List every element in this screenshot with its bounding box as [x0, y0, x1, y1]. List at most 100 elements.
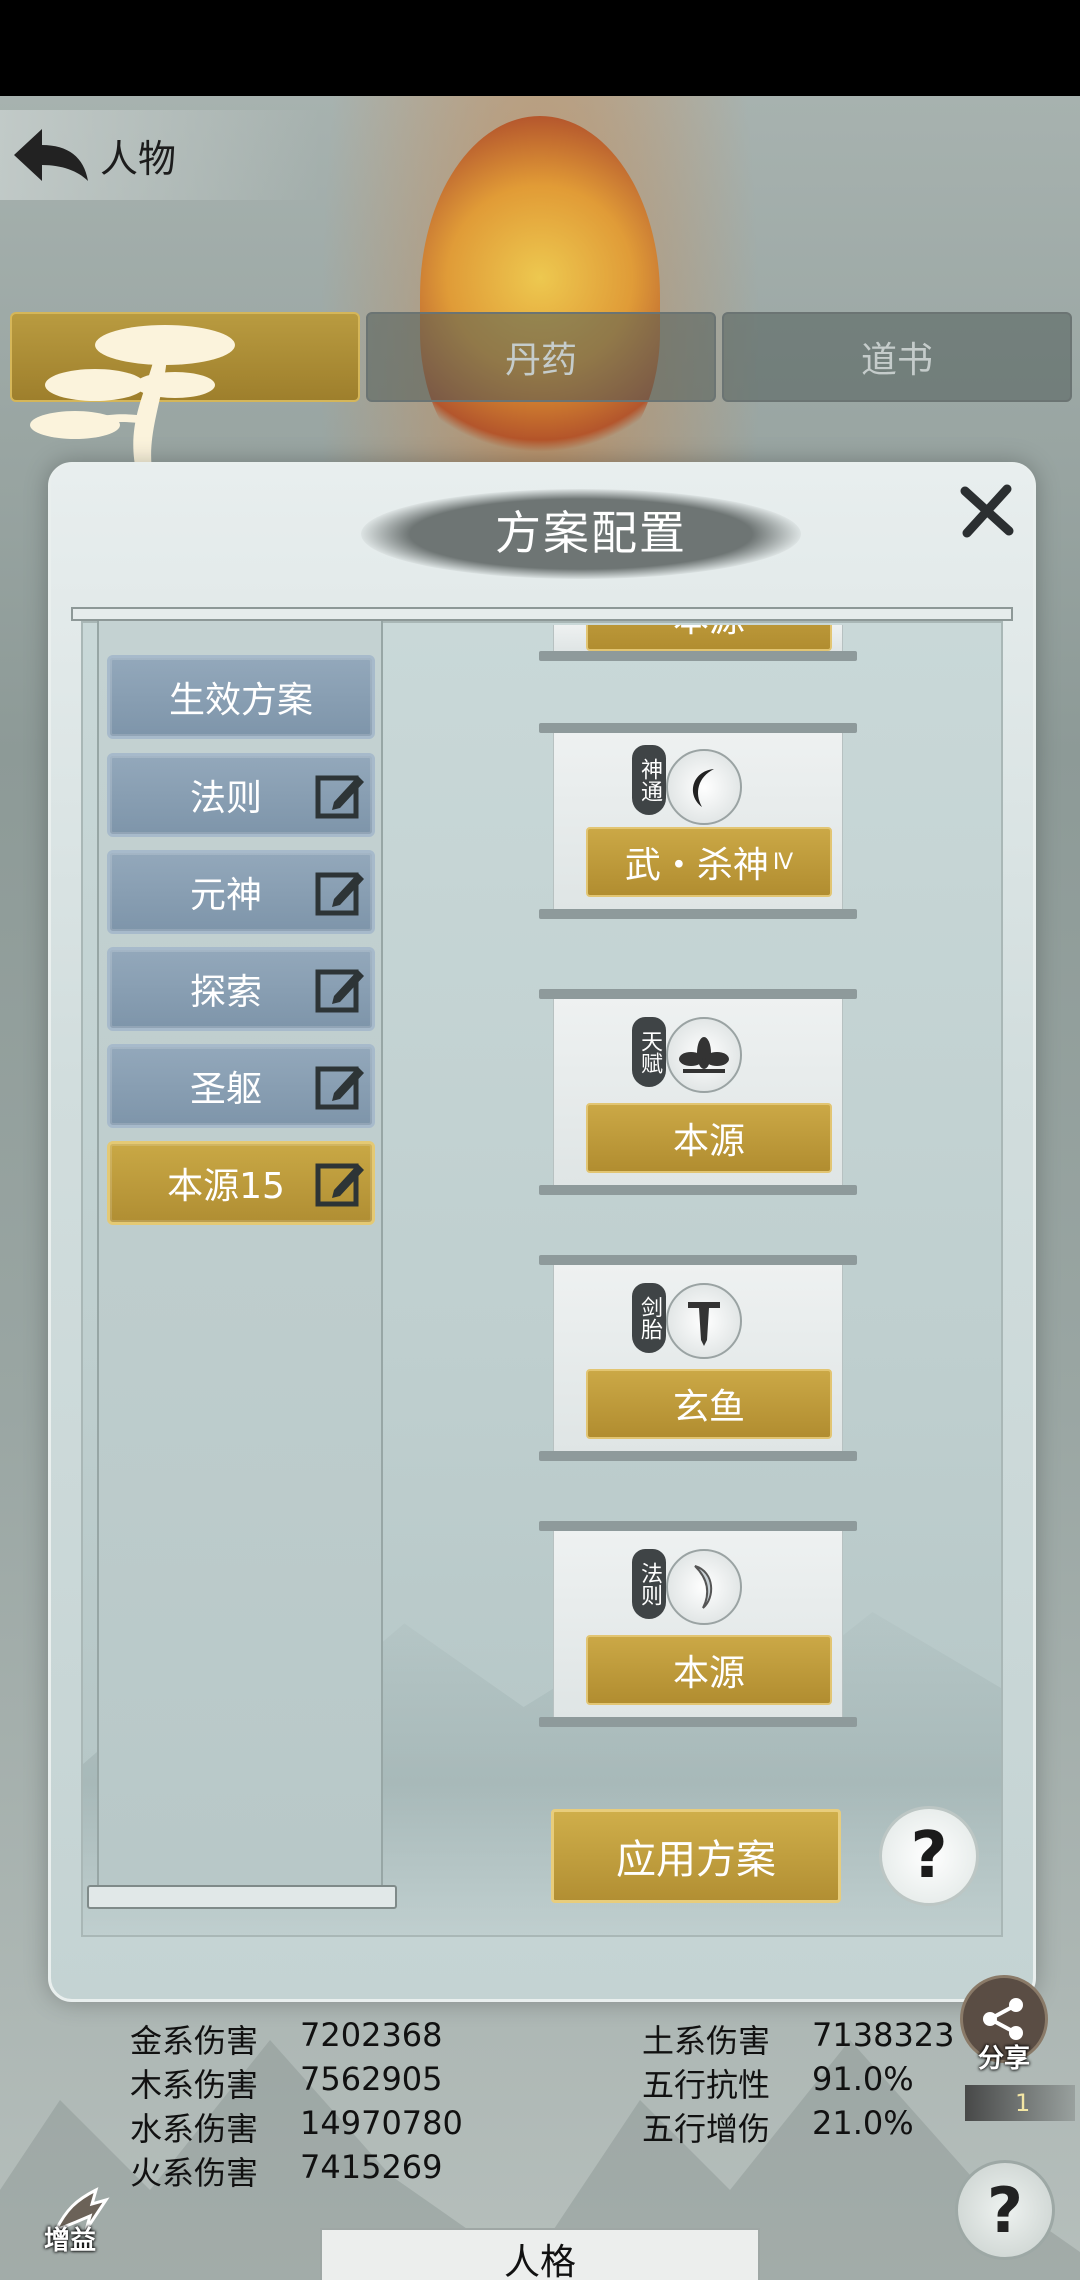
stat-label: 火系伤害 [130, 2154, 259, 2192]
stat-row: 水系伤害 14970780 [130, 2104, 463, 2150]
card-rod-bottom [539, 651, 857, 661]
sword-icon [666, 1283, 742, 1359]
stat-label: 土系伤害 [642, 2022, 771, 2060]
lotus-icon [666, 1017, 742, 1093]
modal-title: 方案配置 [495, 506, 687, 560]
stat-value: 21.0% [812, 2104, 914, 2142]
plan-item-label: 生效方案 [168, 680, 313, 721]
stat-label: 木系伤害 [130, 2066, 259, 2104]
card-slot-rank: Ⅳ [772, 849, 794, 875]
plan-item-law[interactable]: 法则 [107, 753, 375, 837]
share-label: 分享 [977, 2044, 1030, 2074]
card-slot-label: 本源 [672, 1653, 745, 1694]
card-body: 本源 [553, 625, 843, 651]
apply-plan-label: 应用方案 [616, 1837, 776, 1883]
card-tag: 法则 [632, 1549, 666, 1619]
crescent-icon [666, 749, 742, 825]
card-body: 神通 武・杀神 Ⅳ [553, 733, 843, 909]
plan-card: 法则 本源 [539, 1521, 857, 1727]
card-tag: 天赋 [632, 1017, 666, 1087]
tab-label: 丹药 [504, 340, 577, 381]
stat-label: 五行抗性 [642, 2066, 771, 2104]
fish-icon [666, 1549, 742, 1625]
card-rod-top [539, 1521, 857, 1531]
edit-icon[interactable] [314, 770, 366, 822]
card-tag: 剑胎 [632, 1283, 666, 1353]
card-slot-button[interactable]: 武・杀神 Ⅳ [586, 827, 832, 897]
plan-item-active-plan[interactable]: 生效方案 [107, 655, 375, 739]
tab-label: 道书 [860, 340, 933, 381]
stat-value: 7202368 [300, 2016, 443, 2054]
card-rod-bottom [539, 1185, 857, 1195]
card-tag: 神通 [632, 745, 666, 815]
tab-elixir[interactable]: 丹药 [366, 312, 716, 402]
card-body: 天赋 本源 [553, 999, 843, 1185]
stat-value: 7415269 [300, 2148, 443, 2186]
help-button[interactable]: ? [879, 1806, 979, 1906]
list-rod-bottom [87, 1885, 397, 1909]
edit-icon[interactable] [314, 1158, 366, 1210]
card-rod-top [539, 723, 857, 733]
card-rod-top [539, 1255, 857, 1265]
card-rod-bottom [539, 1717, 857, 1727]
card-rod-bottom [539, 909, 857, 919]
stat-label: 五行增伤 [642, 2110, 771, 2148]
counter-value: 1 [1015, 2089, 1031, 2117]
card-slot-label: 本源 [672, 1121, 745, 1162]
scroll-rod-top [71, 607, 1013, 621]
card-slot-button[interactable]: 本源 [586, 1103, 832, 1173]
stat-row: 五行增伤 21.0% [642, 2104, 914, 2150]
tab-daoshu[interactable]: 道书 [722, 312, 1072, 402]
plan-config-modal: 方案配置 生效方案 法则 元神 探索 圣躯 本源15 神通 武・杀神 Ⅳ 天赋 … [48, 462, 1036, 2002]
stat-value: 91.0% [812, 2060, 914, 2098]
character-figure [420, 116, 660, 476]
bonsai-tree-icon [30, 325, 235, 475]
stat-row: 金系伤害 7202368 [130, 2016, 443, 2062]
stat-row: 木系伤害 7562905 [130, 2060, 443, 2106]
bottom-help-button[interactable]: ? [955, 2160, 1055, 2260]
card-slot-label: 武・杀神 [624, 845, 769, 886]
stat-label: 水系伤害 [130, 2110, 259, 2148]
boost-label: 增益 [44, 2226, 97, 2256]
tab-persona[interactable]: 人格 [320, 2228, 760, 2280]
stat-label: 金系伤害 [130, 2022, 259, 2060]
edit-icon[interactable] [314, 867, 366, 919]
plan-item-origin-15[interactable]: 本源15 [107, 1141, 375, 1225]
page-title: 人物 [100, 136, 177, 181]
card-slot-label: 玄鱼 [672, 1387, 745, 1428]
edit-icon[interactable] [314, 1061, 366, 1113]
status-bar [0, 0, 1080, 96]
card-body: 剑胎 玄鱼 [553, 1265, 843, 1451]
plan-card: 神通 武・杀神 Ⅳ [539, 723, 857, 923]
stat-value: 7138323 [812, 2016, 955, 2054]
close-icon [960, 484, 1014, 538]
apply-plan-button[interactable]: 应用方案 [551, 1809, 841, 1903]
back-arrow-icon [14, 129, 88, 181]
card-slot-button[interactable]: 玄鱼 [586, 1369, 832, 1439]
card-slot-label: 本源 [673, 625, 745, 642]
plan-card: 本源 [539, 625, 857, 665]
plan-card: 天赋 本源 [539, 989, 857, 1195]
stat-row: 五行抗性 91.0% [642, 2060, 914, 2106]
card-rod-bottom [539, 1451, 857, 1461]
tab-label: 人格 [503, 2242, 576, 2280]
card-slot-button[interactable]: 本源 [586, 1635, 832, 1705]
card-body: 法则 本源 [553, 1531, 843, 1717]
stat-row: 土系伤害 7138323 [642, 2016, 955, 2062]
card-rod-top [539, 989, 857, 999]
help-icon: ? [987, 2173, 1023, 2247]
stat-value: 7562905 [300, 2060, 443, 2098]
plan-card: 剑胎 玄鱼 [539, 1255, 857, 1461]
header-bar: 人物 [0, 110, 320, 200]
plan-item-primordial-spirit[interactable]: 元神 [107, 850, 375, 934]
close-button[interactable] [951, 475, 1023, 547]
item-counter: 1 [965, 2085, 1075, 2121]
help-icon: ? [910, 1819, 948, 1893]
plan-item-explore[interactable]: 探索 [107, 947, 375, 1031]
back-button[interactable] [0, 110, 100, 200]
stat-row: 火系伤害 7415269 [130, 2148, 443, 2194]
card-slot-button[interactable]: 本源 [586, 625, 832, 651]
stat-value: 14970780 [300, 2104, 463, 2142]
plan-item-holy-body[interactable]: 圣躯 [107, 1044, 375, 1128]
edit-icon[interactable] [314, 964, 366, 1016]
